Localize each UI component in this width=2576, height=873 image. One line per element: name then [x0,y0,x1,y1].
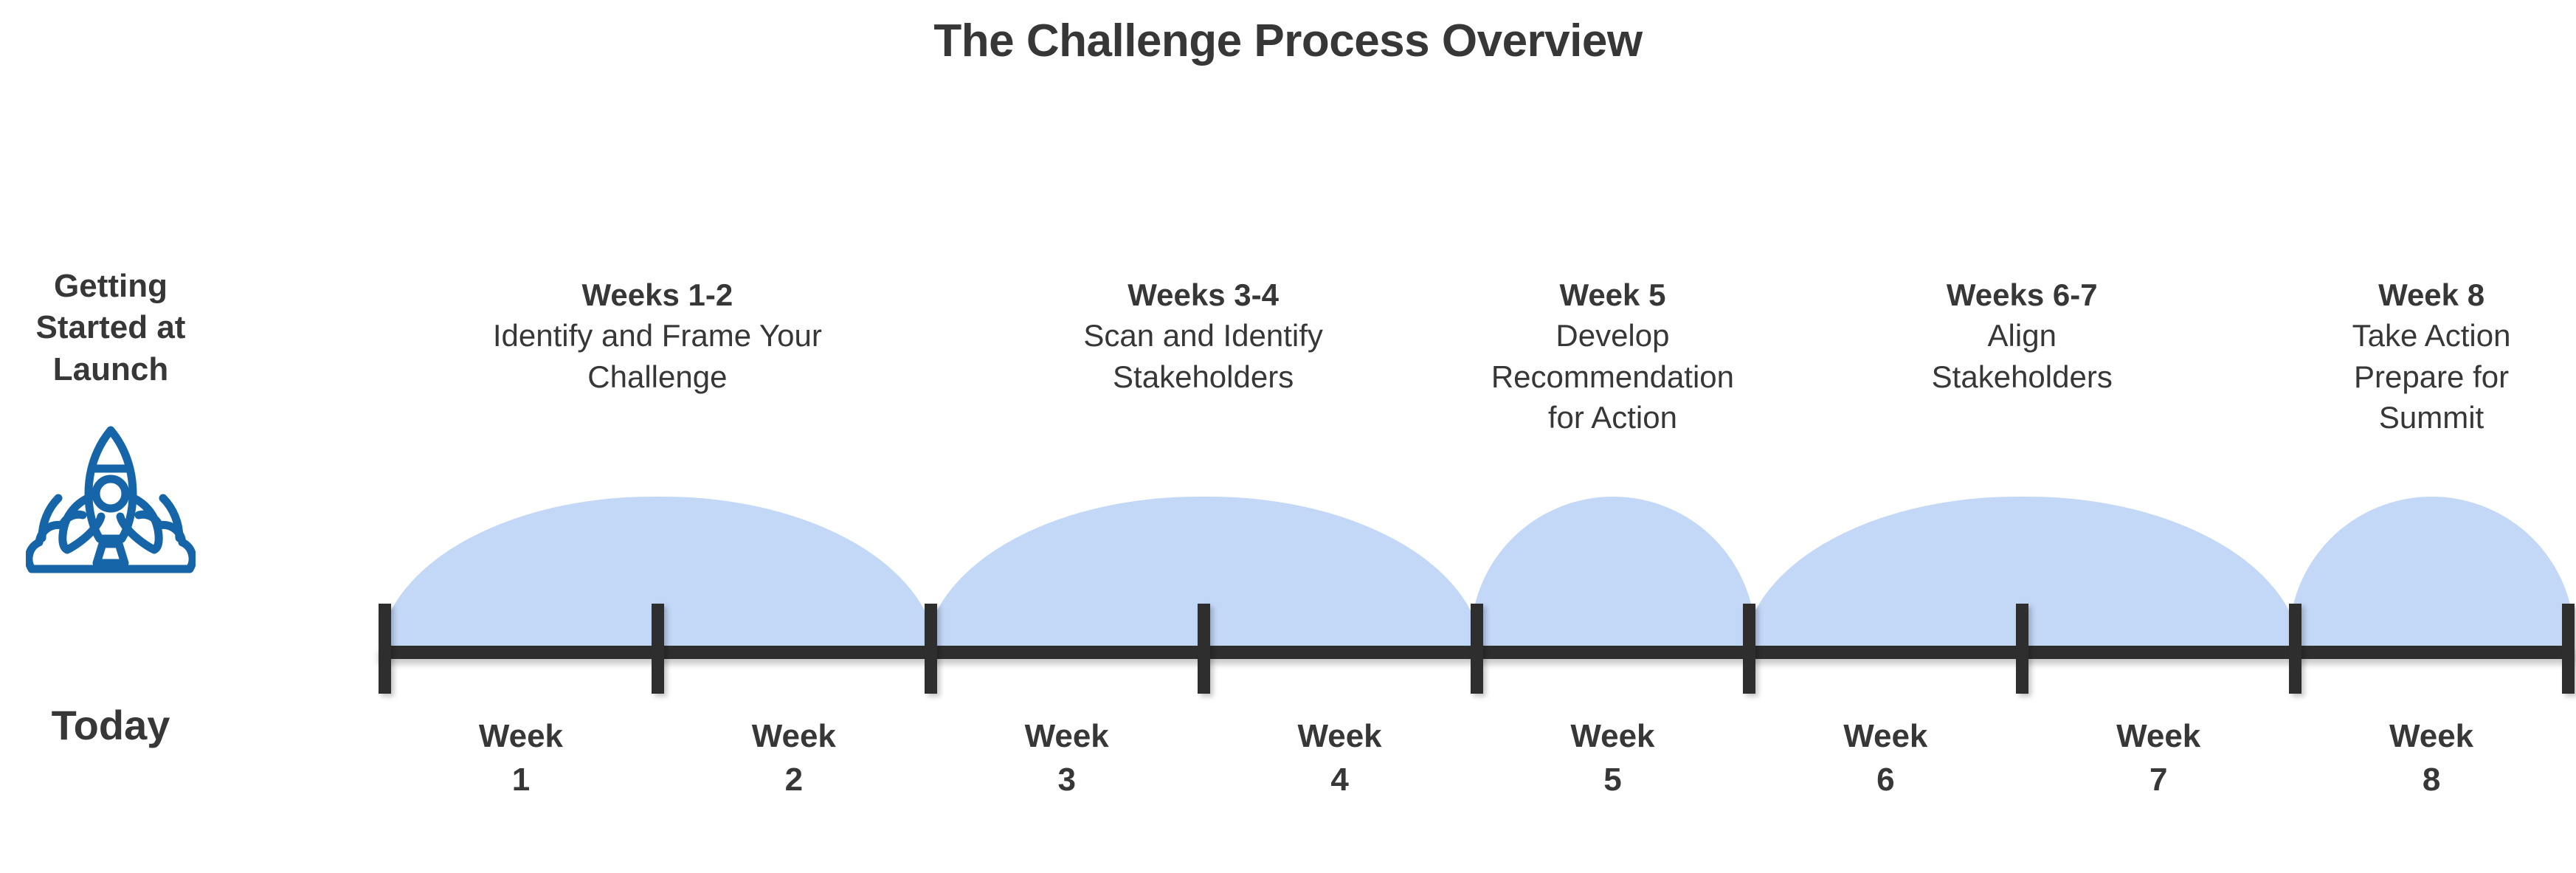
challenge-process-timeline-diagram: The Challenge Process Overview Getting S… [0,0,2576,873]
week-axis-label: Week 4 [1297,718,1382,798]
axis-tick [1743,604,1756,694]
phase-caption: Weeks 3-4 Scan and Identify Stakeholders [908,275,1499,397]
phase-description: Develop Recommendation for Action [1491,318,1735,435]
phase-description: Take Action Prepare for Summit [2352,318,2511,435]
phase-description: Scan and Identify Stakeholders [1083,318,1323,394]
rocket-launch-icon [0,417,221,576]
phase-description: Align Stakeholders [1931,318,2113,394]
week-axis-label: Week 8 [2389,718,2474,798]
axis-tick [2016,604,2029,694]
phase-caption: Week 8 Take Action Prepare for Summit [2273,275,2576,438]
phase-arch [1470,497,1756,659]
today-label: Today [51,702,170,748]
page-title: The Challenge Process Overview [933,15,1643,66]
week-axis-label: Week 3 [1024,718,1109,798]
axis-tick [2562,604,2575,694]
axis-tick [1197,604,1210,694]
week-axis-label: Week 2 [751,718,836,798]
phase-caption: Week 5 Develop Recommendation for Action [1454,275,1772,438]
week-axis-label: Week 7 [2116,718,2201,798]
axis-tick [924,604,937,694]
axis-tick [2289,604,2302,694]
phase-weeks-label: Weeks 1-2 [581,277,733,312]
phase-description: Identify and Frame Your Challenge [492,318,822,394]
week-axis-label: Week 5 [1570,718,1655,798]
phase-caption: Weeks 6-7 Align Stakeholders [1727,275,2317,397]
phase-weeks-label: Week 8 [2378,277,2485,312]
phase-weeks-label: Weeks 3-4 [1128,277,1279,312]
getting-started-block: Getting Started at Launch [0,266,221,576]
week-axis-label: Week 6 [1843,718,1928,798]
phase-arch [2289,497,2575,659]
axis-tick [379,604,391,694]
rocket-launch-icon-svg [26,426,196,573]
getting-started-heading: Getting Started at Launch [35,268,186,387]
phase-caption: Weeks 1-2 Identify and Frame Your Challen… [362,275,953,397]
phase-weeks-label: Week 5 [1559,277,1666,312]
week-axis-label: Week 1 [478,718,564,798]
phase-weeks-label: Weeks 6-7 [1946,277,2098,312]
axis-tick [1470,604,1483,694]
axis-tick [651,604,664,694]
